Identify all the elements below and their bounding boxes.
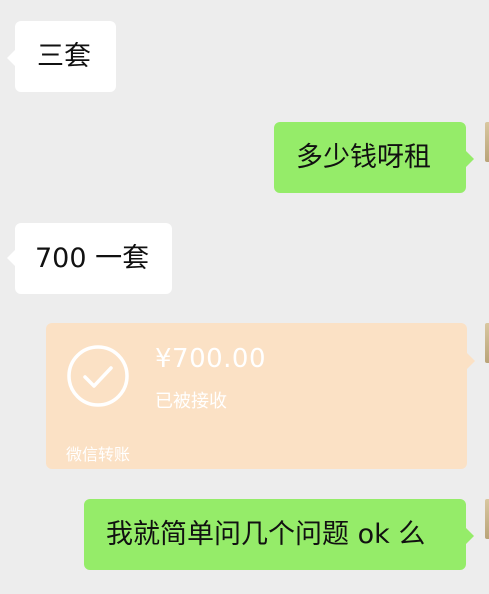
bubble-tail (467, 353, 475, 369)
transfer-status: 已被接收 (155, 391, 227, 412)
avatar[interactable] (485, 499, 489, 539)
bubble-tail (466, 528, 474, 544)
transfer-footer-label: 微信转账 (66, 445, 131, 464)
message-text: 我就简单问几个问题 ok 么 (106, 519, 426, 550)
bubble-tail (7, 250, 15, 266)
bubble-tail (7, 50, 15, 66)
message-text: 多少钱呀租 (296, 142, 431, 173)
avatar[interactable] (485, 323, 489, 363)
transfer-amount: ¥700.00 (155, 344, 267, 374)
check-circle-icon (67, 345, 129, 407)
message-text: 三套 (37, 41, 91, 72)
message-bubble-incoming[interactable]: 三套 (15, 21, 116, 92)
message-bubble-incoming[interactable]: 700 一套 (15, 223, 172, 294)
chat-view: 三套 多少钱呀租 700 一套 ¥700.00 已被接收 微信转账 我就简单问几… (0, 0, 489, 594)
message-bubble-outgoing[interactable]: 我就简单问几个问题 ok 么 (84, 499, 466, 570)
message-bubble-outgoing[interactable]: 多少钱呀租 (274, 122, 466, 193)
avatar[interactable] (485, 122, 489, 162)
wechat-transfer-card[interactable]: ¥700.00 已被接收 微信转账 (46, 323, 467, 469)
message-text: 700 一套 (35, 243, 150, 274)
bubble-tail (466, 151, 474, 167)
